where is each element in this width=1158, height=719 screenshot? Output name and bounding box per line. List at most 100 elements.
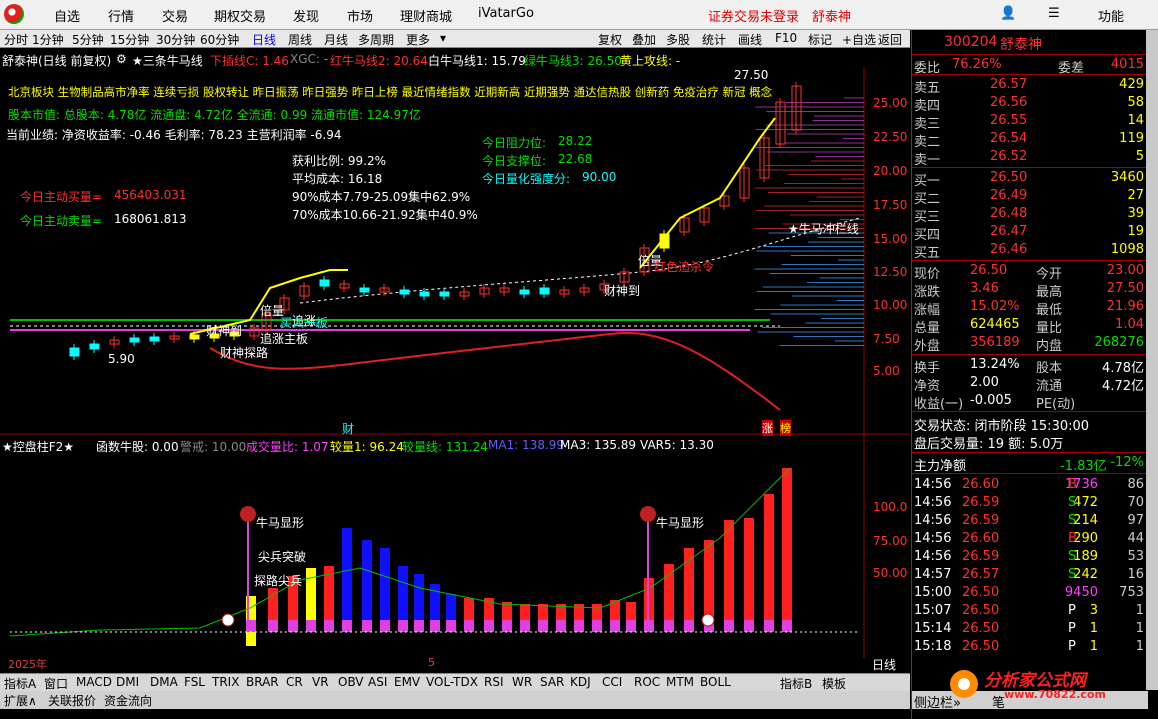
menu-list-icon[interactable]: ☰	[1048, 6, 1060, 21]
indicator-tab-21[interactable]: BOLL	[700, 675, 731, 689]
candle-body	[399, 289, 410, 295]
indicator-tab-2[interactable]: MACD	[76, 675, 112, 689]
ask-row-0: 卖五 26.57 429	[912, 76, 1148, 96]
year-label: 2025年	[8, 658, 47, 671]
scrollbar[interactable]	[1146, 30, 1158, 690]
login-warning[interactable]: 证券交易未登录	[708, 6, 799, 25]
volume-ratio-bar	[538, 620, 548, 632]
indicator-tab-7[interactable]: BRAR	[246, 675, 279, 689]
fund-flow-tab[interactable]: 资金流向	[104, 692, 152, 709]
expand-button[interactable]: 扩展∧	[4, 692, 37, 709]
menu-item-discover[interactable]: 发现	[293, 6, 319, 25]
sub-val-ma3: MA3: 135.89	[560, 438, 637, 452]
after-hours: 盘后交易量: 19 额: 5.0万	[914, 437, 1064, 452]
menu-item-ivatargo[interactable]: iVatarGo	[478, 6, 534, 21]
back-button[interactable]: 返回	[878, 31, 902, 48]
related-quotes-tab[interactable]: 关联报价	[48, 692, 96, 709]
indicator-tab-3[interactable]: DMI	[116, 675, 139, 689]
tab-more[interactable]: 更多	[406, 31, 430, 48]
tab-30min[interactable]: 30分钟	[156, 31, 195, 48]
tab-60min[interactable]: 60分钟	[200, 31, 239, 48]
indicator-tab-10[interactable]: OBV	[338, 675, 364, 689]
volume-ratio-bar	[684, 620, 694, 632]
tick-row-0: 14:56 26.60 1736 B 86	[912, 476, 1148, 494]
more-dropdown-icon[interactable]: ▾	[440, 31, 446, 45]
quote-value-2: 1.04	[1115, 317, 1144, 332]
quote-label-1: 外盘	[914, 339, 941, 354]
volume-ratio-bar	[574, 620, 584, 632]
statistics-button[interactable]: 统计	[702, 31, 726, 48]
tab-monthly[interactable]: 月线	[324, 31, 348, 48]
mark-button[interactable]: 标记	[808, 31, 832, 48]
menu-item-wealth[interactable]: 理财商城	[400, 6, 452, 25]
tick-volume: 1	[1089, 639, 1098, 654]
indicator-tab-9[interactable]: VR	[312, 675, 329, 689]
indicator-tab-14[interactable]: RSI	[484, 675, 504, 689]
fund-value-1: -0.005	[970, 393, 1012, 408]
indicator-tab-19[interactable]: ROC	[634, 675, 660, 689]
ask-volume: 119	[1119, 131, 1144, 146]
tick-price: 26.50	[962, 621, 1000, 636]
restore-rights-button[interactable]: 复权	[598, 31, 622, 48]
indicator-tab-23[interactable]: 模板	[822, 675, 846, 692]
menu-item-options[interactable]: 期权交易	[214, 6, 266, 25]
indicator-tab-12[interactable]: EMV	[394, 675, 420, 689]
fund-row-2: 收益(一) -0.005 PE(动)	[912, 392, 1148, 412]
indicator-tab-4[interactable]: DMA	[150, 675, 178, 689]
user-icon[interactable]: 👤	[1000, 6, 1016, 21]
indicator-tab-8[interactable]: CR	[286, 675, 303, 689]
add-watchlist-button[interactable]: +自选	[842, 31, 876, 48]
tick-time: 15:18	[914, 639, 952, 654]
volume-ratio-bar	[556, 620, 566, 632]
indicator-tab-22[interactable]: 指标B	[780, 675, 812, 692]
indicator-tab-20[interactable]: MTM	[666, 675, 694, 689]
indicator-tab-17[interactable]: KDJ	[570, 675, 591, 689]
bid-price: 26.46	[990, 242, 1028, 257]
indicator-tab-18[interactable]: CCI	[602, 675, 622, 689]
bid-price: 26.50	[990, 170, 1028, 185]
gear-icon[interactable]: ⚙	[116, 52, 127, 66]
tab-5min[interactable]: 5分钟	[72, 31, 104, 48]
sub-indicator-name[interactable]: ★控盘柱F2★	[2, 438, 74, 455]
candle-body	[419, 291, 430, 297]
main-indicator-name[interactable]: ★三条牛马线	[132, 52, 203, 69]
overlay-button[interactable]: 叠加	[632, 31, 656, 48]
f10-button[interactable]: F10	[775, 31, 797, 45]
menu-item-market[interactable]: 市场	[347, 6, 373, 25]
sub-val-jl1: 较量1: 96.24	[330, 440, 404, 454]
sub-annot-niuma-2: 牛马显形	[656, 516, 705, 530]
y-tick-17.5: 17.50	[873, 198, 908, 212]
tick-count: 53	[1127, 549, 1144, 564]
tick-price: 26.50	[962, 603, 1000, 618]
tab-timeshare[interactable]: 分时	[4, 31, 28, 48]
kline-chart-area[interactable]: 舒泰神(日线 前复权) ⚙ ★三条牛马线 下插线C: 1.46 XGC: - 红…	[0, 48, 910, 672]
menu-item-trade[interactable]: 交易	[162, 6, 188, 25]
volume-ratio-bar	[342, 620, 352, 632]
indicator-tab-15[interactable]: WR	[512, 675, 532, 689]
indicator-tab-5[interactable]: FSL	[184, 675, 205, 689]
volume-ratio-bar	[324, 620, 334, 632]
indicator-tab-0[interactable]: 指标A	[4, 675, 36, 692]
line-value-red: 红牛马线2: 20.64	[330, 54, 428, 68]
indicator-tab-6[interactable]: TRIX	[212, 675, 239, 689]
indicator-tab-16[interactable]: SAR	[540, 675, 564, 689]
menu-item-watchlist[interactable]: 自选	[54, 6, 80, 25]
netflow-label: 主力净额	[914, 459, 967, 474]
tab-weekly[interactable]: 周线	[288, 31, 312, 48]
tab-daily[interactable]: 日线	[252, 31, 276, 48]
indicator-tab-11[interactable]: ASI	[368, 675, 387, 689]
indicator-tab-13[interactable]: VOL-TDX	[426, 675, 478, 689]
indicator-tab-1[interactable]: 窗口	[44, 675, 68, 692]
tab-multi-period[interactable]: 多周期	[358, 31, 394, 48]
menu-item-quotes[interactable]: 行情	[108, 6, 134, 25]
function-menu[interactable]: 功能	[1098, 6, 1124, 25]
stock-code: 300204	[944, 34, 998, 50]
multi-stock-button[interactable]: 多股	[666, 31, 690, 48]
tab-15min[interactable]: 15分钟	[110, 31, 149, 48]
ask-row-4: 卖一 26.52 5	[912, 148, 1148, 168]
tab-1min[interactable]: 1分钟	[32, 31, 64, 48]
control-bar	[398, 566, 408, 628]
quote-value-1: 356189	[970, 335, 1020, 350]
draw-line-button[interactable]: 画线	[738, 31, 762, 48]
ask-price: 26.56	[990, 95, 1028, 110]
